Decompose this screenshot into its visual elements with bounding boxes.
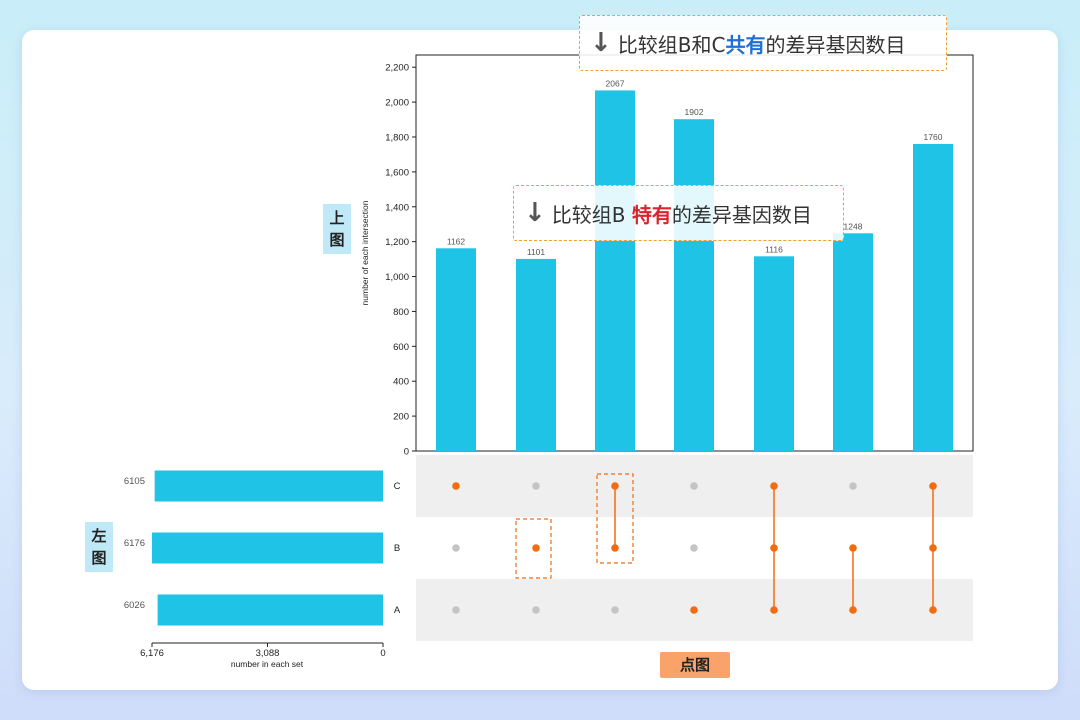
matrix-dot-inactive xyxy=(690,544,698,552)
matrix-dot-active xyxy=(849,606,857,614)
x-axis-label: number in each set xyxy=(231,659,304,669)
bar-value-label: 1760 xyxy=(924,132,943,142)
y-tick-label: 2,200 xyxy=(385,63,409,74)
callout-shared-text: 比较组B和C共有的差异基因数目 xyxy=(617,32,906,57)
y-tick-label: 600 xyxy=(393,342,409,353)
matrix-dot-active xyxy=(452,482,460,490)
x-tick-label: 3,088 xyxy=(256,648,280,659)
set-size-bar xyxy=(152,532,383,564)
y-tick-label: 800 xyxy=(393,307,409,318)
set-size-label: 6176 xyxy=(124,538,145,549)
intersection-bar xyxy=(436,248,476,451)
y-axis-label: number of each intersection xyxy=(360,200,370,305)
matrix-dot-inactive xyxy=(690,482,698,490)
matrix-dot-inactive xyxy=(849,482,857,490)
set-size-bar xyxy=(157,594,383,626)
down-arrow-icon: ↓ xyxy=(524,198,546,228)
matrix-dot-active xyxy=(690,606,698,614)
matrix-dot-active xyxy=(929,482,937,490)
callout-unique: ↓ 比较组B 特有的差异基因数目 xyxy=(513,185,844,241)
set-size-label: 6026 xyxy=(124,600,145,611)
matrix-dot-inactive xyxy=(452,544,460,552)
intersection-bar xyxy=(913,143,953,451)
intersection-bar xyxy=(833,233,873,451)
down-arrow-icon: ↓ xyxy=(590,28,612,58)
matrix-dot-inactive xyxy=(532,606,540,614)
matrix-dot-active xyxy=(532,544,540,552)
bar-value-label: 2067 xyxy=(606,78,625,88)
matrix-dot-active xyxy=(611,544,619,552)
y-tick-label: 200 xyxy=(393,412,409,423)
callout-shared: ↓ 比较组B和C共有的差异基因数目 xyxy=(579,15,947,71)
matrix-dot-inactive xyxy=(611,606,619,614)
y-tick-label: 1,400 xyxy=(385,202,409,213)
top-chart-label: 上图 xyxy=(323,204,351,254)
y-tick-label: 1,600 xyxy=(385,167,409,178)
matrix-dot-active xyxy=(770,606,778,614)
matrix-dot-active xyxy=(929,544,937,552)
matrix-dot-active xyxy=(770,482,778,490)
dot-chart-label: 点图 xyxy=(660,652,730,678)
y-tick-label: 2,000 xyxy=(385,98,409,109)
bar-value-label: 1162 xyxy=(447,236,466,246)
matrix-dot-active xyxy=(849,544,857,552)
matrix-dot-active xyxy=(611,482,619,490)
set-name-label: C xyxy=(394,481,401,492)
bar-value-label: 1101 xyxy=(527,247,546,257)
callout-unique-text: 比较组B 特有的差异基因数目 xyxy=(551,202,812,227)
matrix-dot-active xyxy=(770,544,778,552)
y-tick-label: 1,800 xyxy=(385,132,409,143)
intersection-bar xyxy=(754,256,794,451)
set-size-bar xyxy=(154,470,383,502)
set-name-label: B xyxy=(394,543,400,554)
y-tick-label: 1,200 xyxy=(385,237,409,248)
y-tick-label: 1,000 xyxy=(385,272,409,283)
x-tick-label: 0 xyxy=(380,648,385,659)
intersection-bar xyxy=(595,90,635,452)
x-tick-label: 6,176 xyxy=(140,648,164,659)
y-tick-label: 0 xyxy=(404,447,409,458)
left-chart-label: 左图 xyxy=(85,522,113,572)
set-name-label: A xyxy=(394,605,401,616)
intersection-bar xyxy=(516,258,556,451)
matrix-dot-inactive xyxy=(532,482,540,490)
bar-value-label: 1902 xyxy=(685,107,704,117)
set-size-label: 6105 xyxy=(124,476,145,487)
bar-value-label: 1116 xyxy=(765,244,783,254)
matrix-dot-active xyxy=(929,606,937,614)
bar-value-label: 1248 xyxy=(844,221,863,231)
intersection-bar xyxy=(674,119,714,451)
upset-chart: 0 200 400 600 800 1,000 1,200 1,400 1,600 1,800 2,… xyxy=(124,54,974,669)
y-tick-label: 400 xyxy=(393,377,409,388)
matrix-dot-inactive xyxy=(452,606,460,614)
